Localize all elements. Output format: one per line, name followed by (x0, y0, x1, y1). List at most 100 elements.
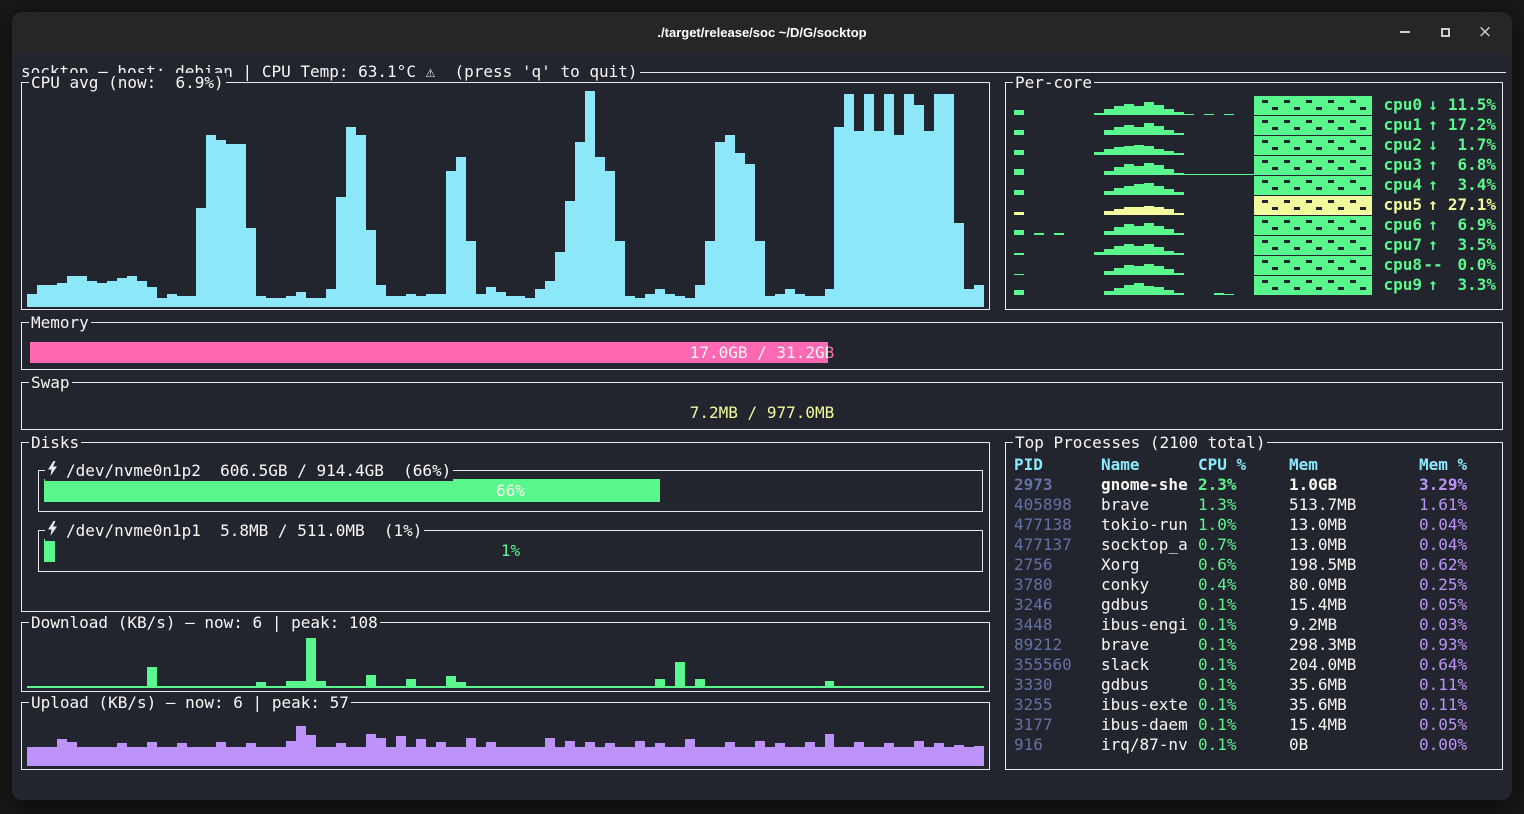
disk-box-label: /dev/nvme0n1p1 5.8MB / 511.0MB (1%) (66, 521, 422, 541)
spark-bar (1014, 290, 1024, 295)
core-load-block (1254, 96, 1372, 115)
cpu-bar (635, 298, 645, 307)
app-header: socktop — host: debian | CPU Temp: 63.1°… (21, 62, 1506, 82)
core-label: cpu1↑17.2% (1380, 115, 1496, 135)
core-name: cpu1 (1383, 115, 1422, 135)
cpu-bar (545, 281, 555, 307)
process-cell: 3.29% (1419, 475, 1496, 495)
upload-bar (286, 741, 296, 767)
gauge-label: 7.2MB / 977.0MB (30, 402, 1494, 423)
download-bar (306, 638, 316, 688)
upload-bar (466, 738, 476, 766)
window-title: ./target/release/soc ~/D/G/socktop (657, 25, 866, 40)
core-name: cpu0 (1383, 95, 1422, 115)
cpu-bar (884, 94, 894, 307)
core-trend-icon: ↑ (1422, 155, 1444, 175)
process-cell: gnome-she (1101, 475, 1198, 495)
upload-bar (725, 742, 735, 766)
core-load-block (1254, 156, 1372, 175)
cpu-bar (645, 294, 655, 307)
upload-bar (37, 747, 47, 766)
process-cell: 0.64% (1419, 655, 1496, 675)
core-row-cpu8: cpu8--0.0% (1014, 255, 1496, 275)
process-cell: gdbus (1101, 595, 1198, 615)
cpu-bar (705, 241, 715, 307)
core-row-cpu7: cpu7↑3.5% (1014, 235, 1496, 255)
cpu-bar (366, 230, 376, 307)
upload-bar (854, 742, 864, 766)
upload-panel: Upload (KB/s) — now: 6 | peak: 57 (21, 702, 990, 770)
core-percent: 6.9% (1444, 215, 1496, 235)
spark-bar (1114, 227, 1124, 235)
cpu-bar (844, 94, 854, 307)
core-sparkline (1014, 175, 1254, 195)
spark-bar (1144, 163, 1154, 175)
process-cell: 355560 (1014, 655, 1101, 675)
spark-bar (1114, 147, 1124, 155)
upload-bar (376, 738, 386, 766)
cpu-bar (745, 164, 755, 307)
cpu-bar (336, 197, 346, 307)
cpu-bar (356, 135, 366, 307)
cpu-bar (236, 144, 246, 307)
cpu-bar (934, 94, 944, 307)
core-label: cpu5↑27.1% (1380, 195, 1496, 215)
upload-bar (316, 747, 326, 766)
core-label: cpu4↑3.4% (1380, 175, 1496, 195)
spark-bar (1154, 207, 1164, 215)
desktop-background: ./target/release/soc ~/D/G/socktop × soc… (0, 0, 1524, 814)
upload-bar (924, 747, 934, 766)
core-percent: 3.5% (1444, 235, 1496, 255)
upload-bar (615, 747, 625, 766)
spark-bar (1144, 123, 1154, 135)
gauge-label-over: 66% (44, 479, 660, 502)
core-load-block (1254, 116, 1372, 135)
upload-bar (765, 747, 775, 766)
spark-bar (1154, 266, 1164, 275)
gauge-label: 1% (44, 539, 977, 562)
process-cell: socktop_a (1101, 535, 1198, 555)
upload-bar (575, 747, 585, 766)
upload-bar (496, 747, 506, 766)
core-load-block (1254, 256, 1372, 275)
core-percent: 17.2% (1444, 115, 1496, 135)
process-cell: 916 (1014, 735, 1101, 755)
gauge-label-clip: 1% (44, 539, 55, 562)
cpu-bar (87, 281, 97, 307)
download-bar (147, 667, 157, 688)
cpu-bar (695, 285, 705, 307)
cpu-bar (216, 140, 226, 307)
process-cell: 0.62% (1419, 555, 1496, 575)
spark-bar (1114, 167, 1124, 175)
window-titlebar: ./target/release/soc ~/D/G/socktop × (12, 12, 1512, 52)
maximize-button[interactable] (1436, 23, 1454, 41)
spark-bar (1134, 207, 1144, 215)
cpu-bar (755, 241, 765, 307)
upload-bar (296, 726, 306, 766)
minimize-button[interactable] (1396, 23, 1414, 41)
core-label: cpu6↑6.9% (1380, 215, 1496, 235)
download-chart (27, 635, 984, 688)
spark-bar (1124, 285, 1134, 295)
cpu-bar (196, 208, 206, 307)
upload-bar (605, 743, 615, 766)
cpu-bar (306, 298, 316, 307)
process-cell: 0.4% (1198, 575, 1289, 595)
process-cell: conky (1101, 575, 1198, 595)
process-cell: 513.7MB (1289, 495, 1419, 515)
core-percent: 1.7% (1444, 135, 1496, 155)
close-button[interactable]: × (1476, 23, 1494, 41)
process-cell: 0.1% (1198, 655, 1289, 675)
process-cell: gdbus (1101, 675, 1198, 695)
process-cell: 0.05% (1419, 715, 1496, 735)
core-load-block (1254, 136, 1372, 155)
process-header-cell: Name (1101, 455, 1198, 475)
core-row-cpu3: cpu3↑6.8% (1014, 155, 1496, 175)
process-cell: 9.2MB (1289, 615, 1419, 635)
process-cell: 1.61% (1419, 495, 1496, 515)
core-sparkline (1014, 155, 1254, 175)
cpu-bar (426, 294, 436, 307)
upload-bar (436, 742, 446, 766)
process-cell: 1.3% (1198, 495, 1289, 515)
core-name: cpu4 (1383, 175, 1422, 195)
